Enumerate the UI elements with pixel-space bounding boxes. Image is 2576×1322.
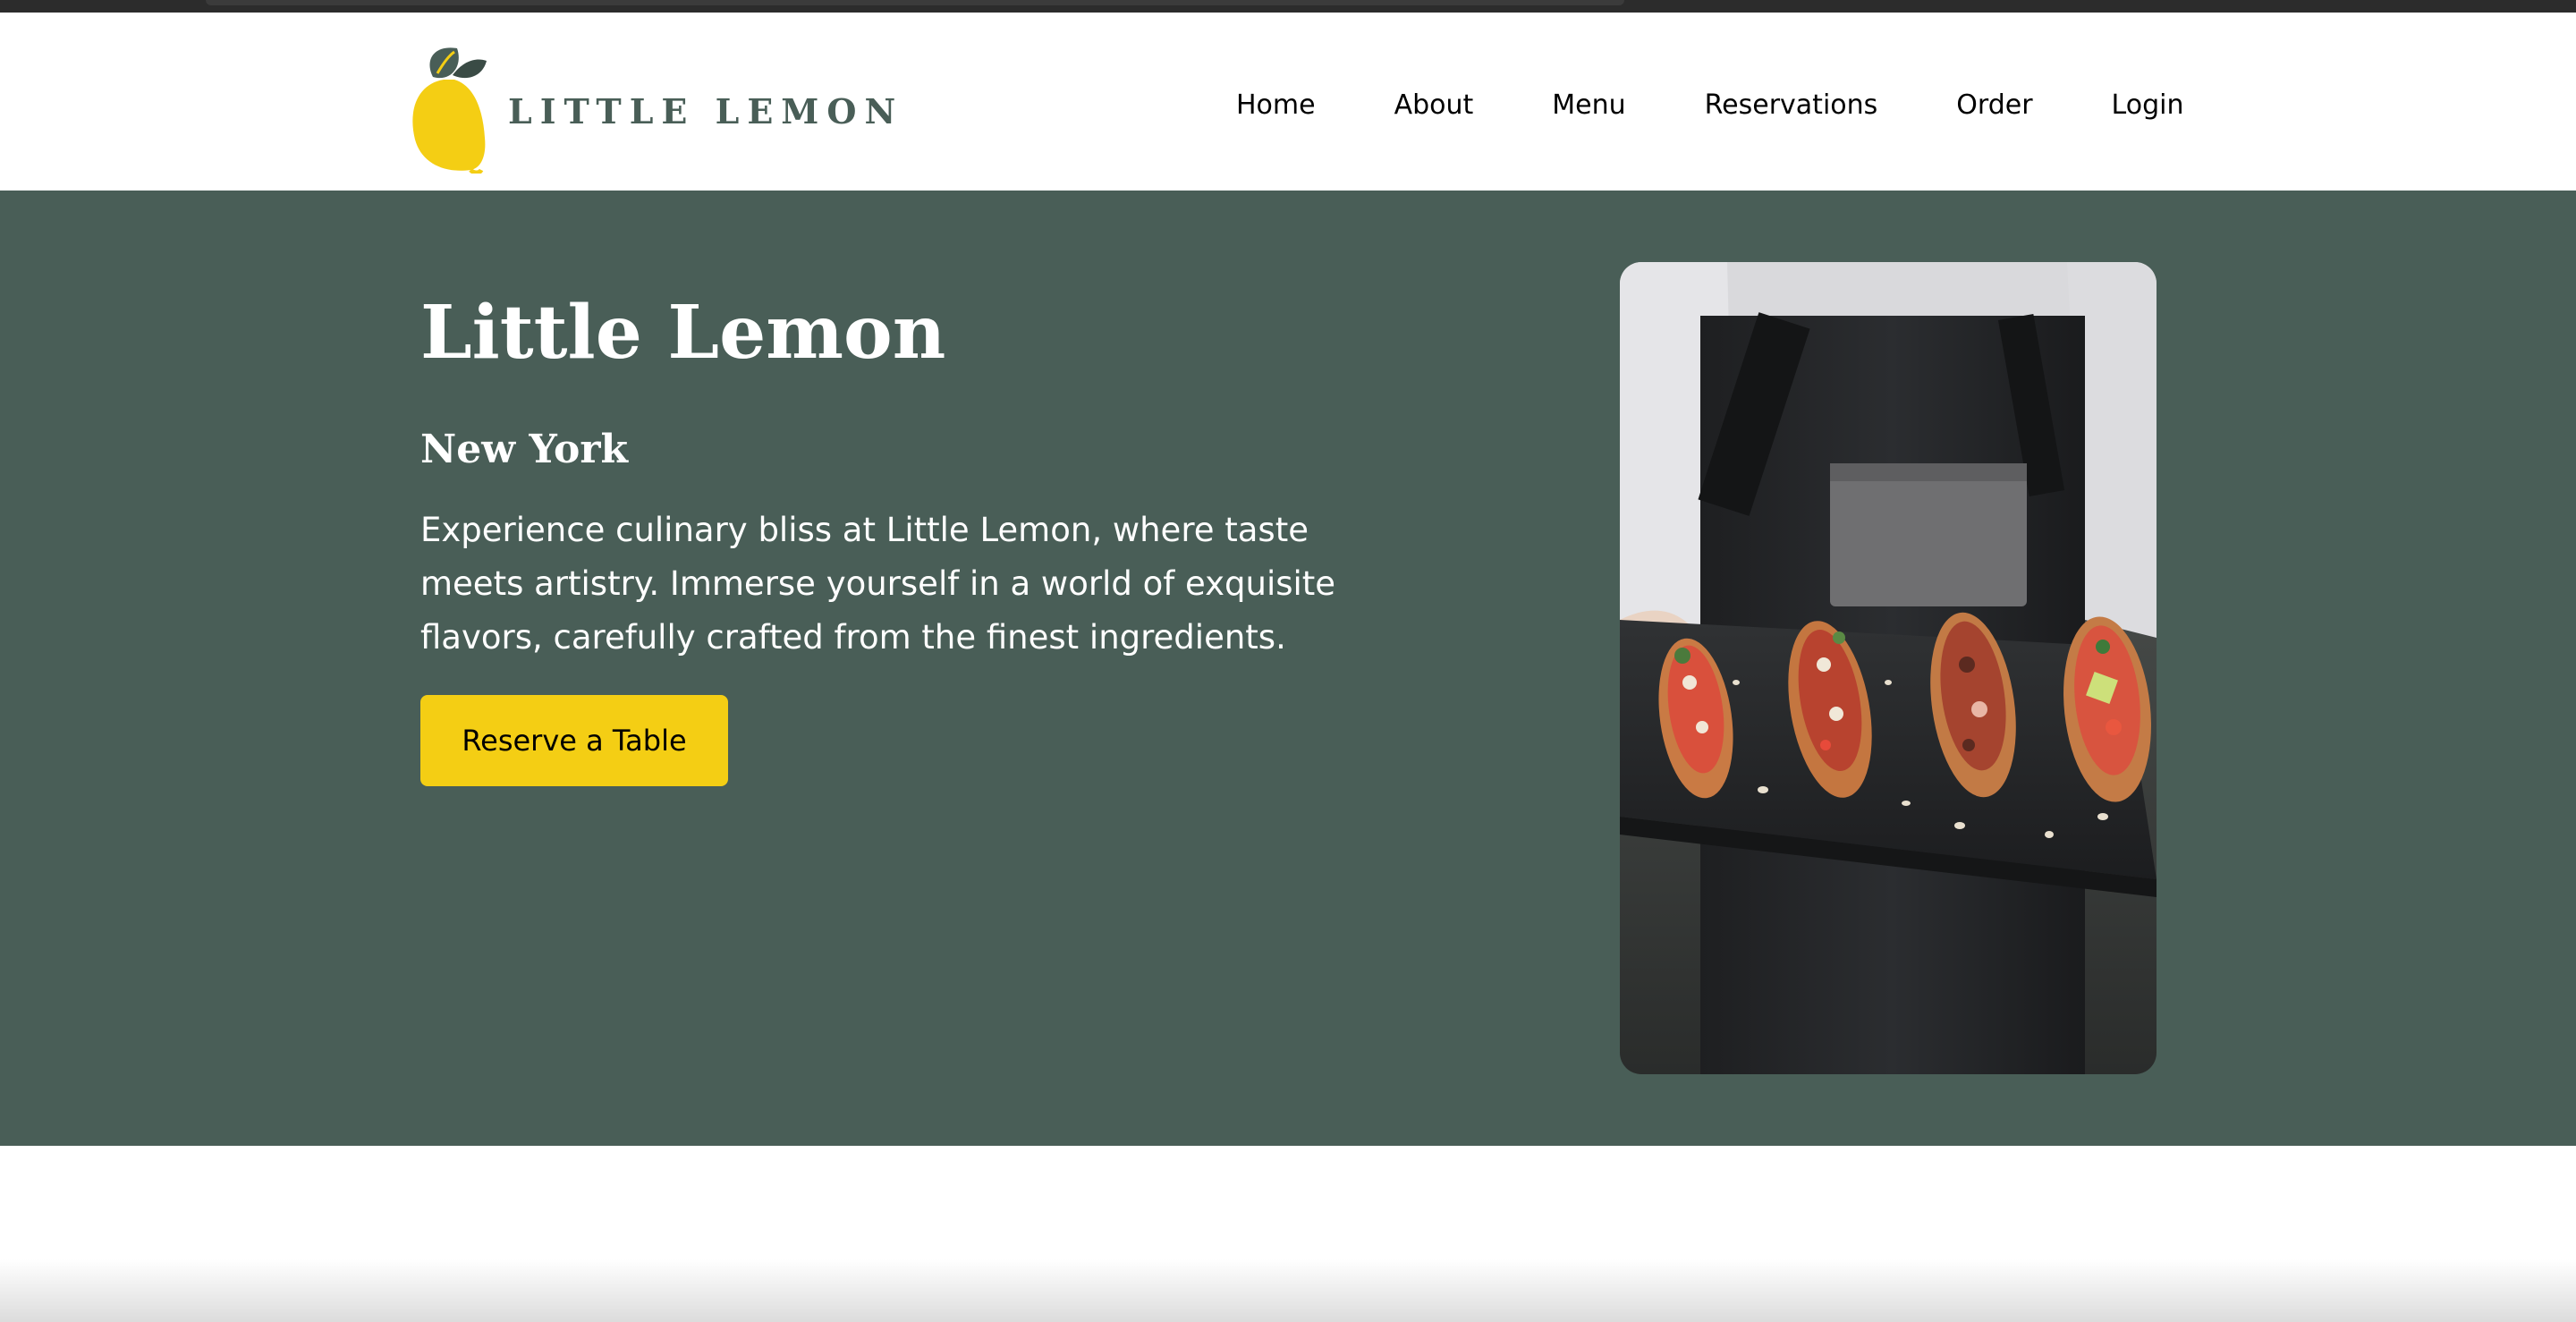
nav-link-order[interactable]: Order [1956,88,2032,123]
hero-food-photo [1620,262,2157,1074]
lemon-icon [412,47,487,174]
nav-link-menu[interactable]: Menu [1552,88,1625,123]
hero-section: Little Lemon New York Experience culinar… [0,191,2576,1146]
browser-tabstrip [206,0,1624,5]
hero-subtitle: New York [420,427,629,472]
hero-image [1620,262,2157,1074]
main-nav: Home About Menu Reservations Order Login [1236,88,2183,123]
browser-chrome [0,0,2576,13]
nav-link-about[interactable]: About [1394,88,1474,123]
hero-title: Little Lemon [420,290,946,376]
nav-link-home[interactable]: Home [1236,88,1316,123]
content-area [0,1146,2576,1322]
nav-link-login[interactable]: Login [2112,88,2184,123]
hero-description: Experience culinary bliss at Little Lemo… [420,511,1336,657]
logo-link[interactable]: LITTLE LEMON [408,39,895,174]
nav-link-reservations[interactable]: Reservations [1705,88,1878,123]
logo-text: LITTLE LEMON [508,91,904,131]
site-header: LITTLE LEMON Home About Menu Reservation… [0,13,2576,191]
reserve-table-button[interactable]: Reserve a Table [420,695,728,786]
bottom-shadow [0,1259,2576,1322]
